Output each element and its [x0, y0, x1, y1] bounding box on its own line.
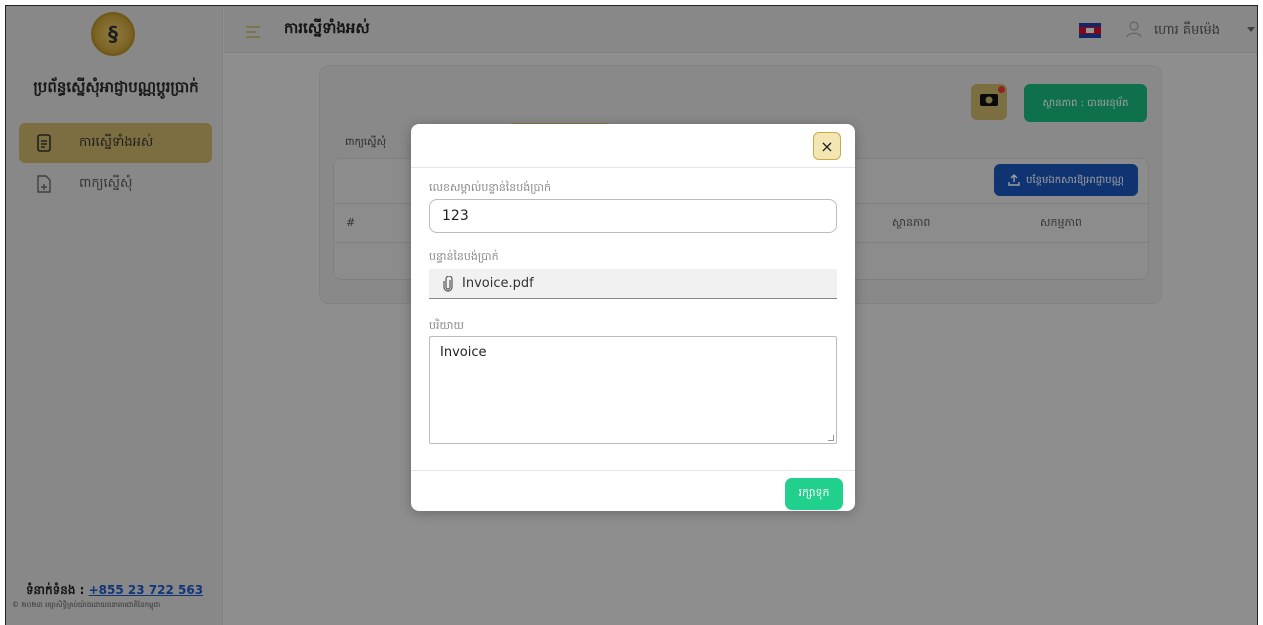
payment-id-label: លេខសម្គាល់បន្ទាន់នៃបង់ប្រាក់ — [429, 181, 551, 194]
close-icon: × — [820, 136, 834, 156]
description-textarea[interactable]: Invoice — [429, 336, 837, 444]
description-text: Invoice — [440, 345, 487, 360]
payment-id-input[interactable]: 123 — [429, 199, 837, 233]
file-name: Invoice.pdf — [462, 276, 534, 291]
app-frame: § ប្រព័ន្ធស្នើសុំអាជ្ញាបណ្ណប្តូរប្រាក់ ក… — [5, 5, 1258, 625]
payment-modal: × លេខសម្គាល់បន្ទាន់នៃបង់ប្រាក់ 123 បន្ទា… — [411, 124, 855, 511]
modal-footer-divider — [411, 470, 855, 471]
payment-file-label: បន្ទាន់នៃបង់ប្រាក់ — [429, 250, 499, 263]
payment-file-field[interactable]: Invoice.pdf — [429, 269, 837, 299]
close-button[interactable]: × — [813, 132, 841, 160]
description-label: បរិយាយ — [429, 319, 464, 332]
paperclip-icon — [443, 275, 453, 292]
save-button[interactable]: រក្សាទុក — [785, 478, 843, 510]
resize-handle-icon[interactable] — [828, 435, 834, 441]
modal-header: × — [411, 124, 855, 168]
